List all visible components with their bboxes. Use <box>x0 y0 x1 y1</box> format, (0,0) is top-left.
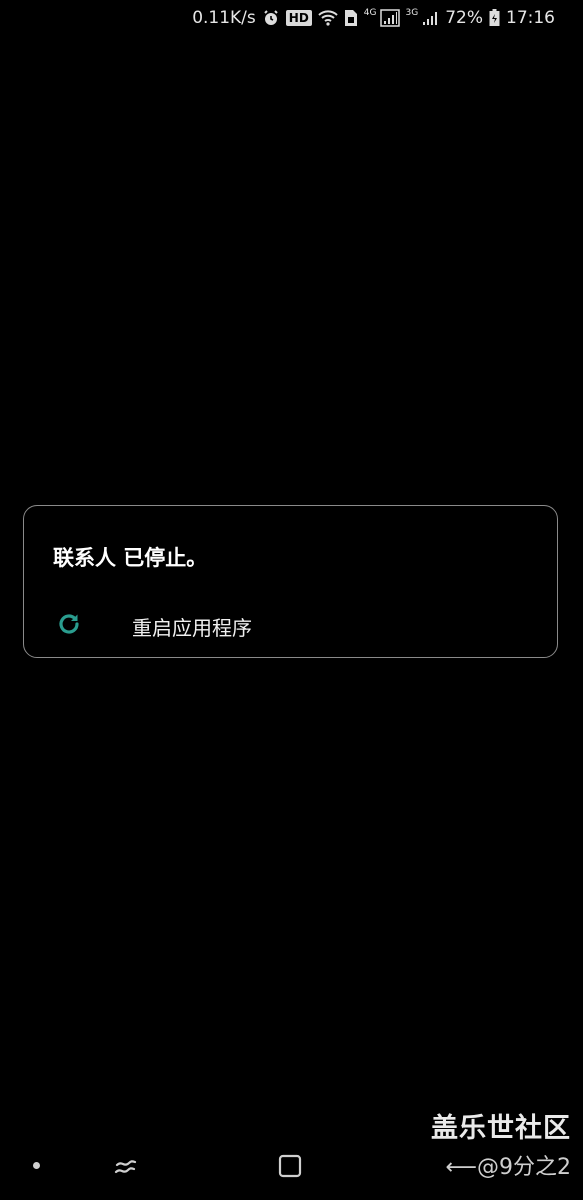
network-4g-label: 4G <box>363 8 377 18</box>
alarm-icon <box>262 9 280 27</box>
navigation-bar <box>0 1140 583 1200</box>
restart-icon <box>56 611 82 637</box>
dialog-title: 联系人 已停止。 <box>53 546 208 570</box>
home-icon[interactable] <box>277 1153 303 1179</box>
status-bar: 0.11K/s HD 4G 3G 72% 17:16 <box>0 0 583 36</box>
sim-card-icon <box>344 9 358 27</box>
restart-app-button[interactable]: 重启应用程序 <box>24 602 557 646</box>
wifi-icon <box>318 9 338 27</box>
clock: 17:16 <box>506 8 555 28</box>
restart-app-label: 重启应用程序 <box>132 616 252 640</box>
signal-4g-icon <box>379 9 400 27</box>
network-3g-label: 3G <box>405 8 419 18</box>
signal-3g-icon <box>421 9 439 27</box>
battery-percent: 72% <box>445 8 483 28</box>
nav-hide-dot-icon[interactable] <box>33 1162 40 1169</box>
recent-apps-icon[interactable] <box>112 1152 140 1180</box>
app-stopped-dialog: 联系人 已停止。 重启应用程序 <box>23 505 558 658</box>
battery-charging-icon <box>489 9 500 27</box>
network-speed: 0.11K/s <box>192 8 256 28</box>
hd-badge: HD <box>285 10 312 26</box>
